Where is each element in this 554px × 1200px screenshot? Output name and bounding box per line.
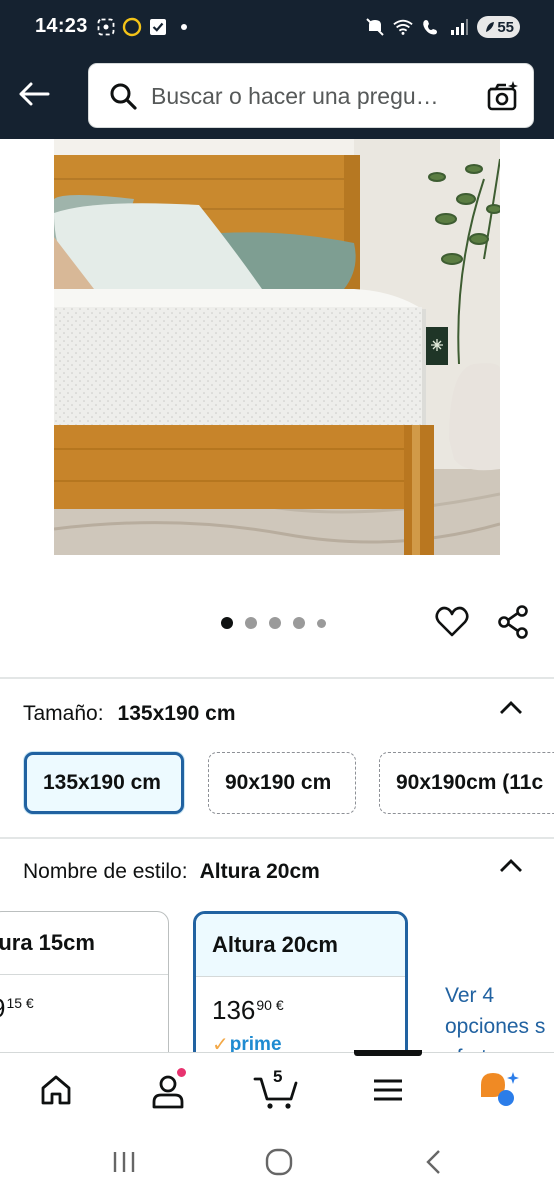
style-option-card-selected[interactable]: Altura 20cm 136 90 € ✓ prime (193, 911, 408, 1071)
battery-icon: 55 (477, 16, 520, 38)
carousel-dot[interactable] (221, 617, 233, 629)
product-image[interactable] (54, 139, 500, 555)
heart-icon[interactable] (434, 604, 470, 640)
size-label-text: Tamaño: (23, 702, 104, 725)
wifi-icon (393, 17, 413, 37)
cart-count: 5 (273, 1067, 283, 1086)
style-label: Nombre de estilo: Altura 20cm (23, 860, 320, 884)
wifi-call-icon (421, 17, 441, 37)
price-whole: 136 (212, 995, 256, 1025)
circle-icon (122, 17, 142, 37)
carousel-dot[interactable] (245, 617, 257, 629)
size-option[interactable]: 135x190 cm (24, 752, 184, 814)
price-cents: 90 € (256, 997, 284, 1013)
style-option-title: tura 15cm (0, 912, 168, 975)
system-back-icon[interactable] (422, 1148, 446, 1176)
home-icon (41, 1075, 71, 1105)
nav-home[interactable] (36, 1068, 76, 1112)
style-label-text: Nombre de estilo: (23, 860, 188, 883)
dot-icon (174, 17, 194, 37)
carousel-dot[interactable] (317, 618, 326, 628)
carousel-dots[interactable] (221, 617, 326, 629)
status-time: 14:23 (35, 15, 88, 37)
size-label: Tamaño: 135x190 cm (23, 702, 236, 726)
nav-account[interactable] (146, 1067, 190, 1112)
signal-icon (449, 17, 469, 37)
camera-search-icon[interactable] (487, 80, 519, 112)
home-circle-icon[interactable] (264, 1148, 294, 1176)
search-bar[interactable] (88, 63, 534, 128)
status-bar: 14:23 55 (0, 0, 554, 56)
recent-apps-icon[interactable] (110, 1148, 138, 1176)
active-tab-indicator (354, 1050, 422, 1056)
notification-dot (176, 1067, 187, 1078)
status-right-icons: 55 (365, 16, 520, 38)
section-divider (0, 677, 554, 679)
section-divider (0, 837, 554, 839)
size-option-label: 90x190 cm (225, 771, 332, 794)
nav-rufus[interactable] (476, 1068, 522, 1112)
price-cents: 15 € (6, 995, 34, 1011)
carousel-dot[interactable] (293, 617, 305, 629)
style-option-price: 915 € (0, 975, 168, 1024)
status-left-icons (96, 17, 194, 37)
chevron-up-icon[interactable] (498, 856, 524, 874)
screenshot-icon (96, 17, 116, 37)
top-header: 14:23 55 Buscar o hacer una pregu… (0, 0, 554, 139)
style-option-title: Altura 20cm (196, 914, 405, 977)
size-option-label: 135x190 cm (43, 771, 161, 794)
battery-level: 55 (497, 18, 514, 36)
rufus-icon (481, 1072, 519, 1106)
carousel-dot[interactable] (269, 617, 281, 629)
style-option-price: 136 90 € (196, 977, 405, 1026)
size-selected-value: 135x190 cm (117, 702, 236, 725)
size-option-label: 90x190cm (11c (396, 771, 544, 794)
back-button[interactable] (14, 76, 54, 112)
size-option[interactable]: 90x190 cm (208, 752, 356, 814)
share-icon[interactable] (496, 604, 532, 640)
checkbox-icon (148, 17, 168, 37)
chevron-up-icon[interactable] (498, 698, 524, 716)
search-icon (110, 83, 137, 110)
size-option[interactable]: 90x190cm (11c (379, 752, 554, 814)
search-input[interactable] (151, 78, 471, 114)
menu-icon (374, 1079, 402, 1101)
style-option-card[interactable]: tura 15cm 915 € (0, 911, 169, 1071)
nav-cart[interactable]: 5 (252, 1067, 302, 1112)
style-selected-value: Altura 20cm (199, 860, 320, 883)
nav-menu[interactable] (370, 1068, 406, 1112)
arrow-left-icon (19, 82, 50, 106)
price-whole: 9 (0, 993, 5, 1024)
more-offers-line: Ver 4 (445, 984, 495, 1007)
more-offers-line: opciones s (445, 1015, 546, 1038)
mute-icon (365, 17, 385, 37)
